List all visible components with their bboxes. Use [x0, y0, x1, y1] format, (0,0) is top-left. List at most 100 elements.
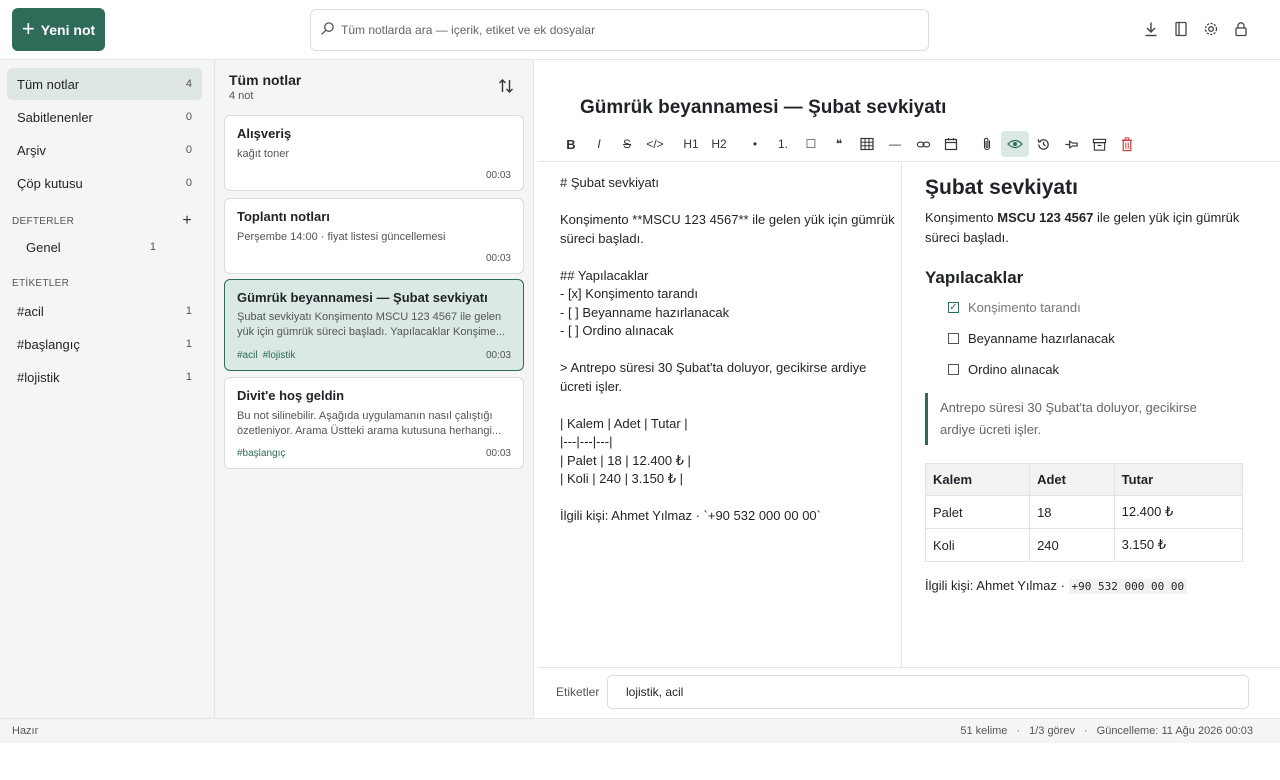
toolbar-divider — [538, 161, 1280, 162]
table-row: Koli 240 3.150 ₺ — [924, 528, 1244, 562]
calendar-icon[interactable] — [937, 131, 965, 157]
note-list-title: Tüm notlar — [229, 72, 302, 88]
bullet-list-button[interactable]: • — [741, 131, 769, 157]
sidebar-item-label: #başlangıç — [17, 336, 80, 352]
search-input[interactable] — [341, 23, 901, 37]
new-note-button[interactable]: + Yeni not — [12, 8, 105, 51]
gear-icon[interactable] — [1202, 20, 1220, 38]
preview-task-item: ✓ Konşimento tarandı — [948, 292, 1243, 323]
history-icon[interactable] — [1029, 131, 1057, 157]
top-actions — [1142, 20, 1250, 38]
table-cell: 240 — [1029, 528, 1115, 562]
sidebar-item-tag-acil[interactable]: #acil 1 — [7, 295, 202, 327]
status-separator: · — [1083, 725, 1088, 737]
italic-button[interactable]: I — [585, 131, 613, 157]
note-card-snippet: kağıt toner — [237, 148, 289, 160]
sidebar-item-count: 1 — [185, 305, 192, 317]
markdown-source-editor[interactable]: # Şubat sevkiyatı Konşimento **MSCU 123 … — [560, 174, 900, 526]
table-row: Palet 18 12.400 ₺ — [924, 495, 1244, 529]
task-count: 1/3 görev — [1029, 725, 1075, 737]
note-card-footer: #acil #lojistik 00:03 — [237, 350, 511, 361]
note-card-footer: 00:03 — [237, 170, 511, 181]
download-icon[interactable] — [1142, 20, 1160, 38]
quote-button[interactable]: ❝ — [825, 131, 853, 157]
checked-checkbox-icon[interactable]: ✓ — [948, 302, 959, 313]
note-list-header: Tüm notlar 4 not — [229, 72, 301, 102]
status-right: 51 kelime · 1/3 görev · Güncelleme: 11 A… — [960, 725, 1253, 737]
sidebar-item-count: 1 — [185, 371, 192, 383]
sidebar-item-count: 1 — [185, 338, 192, 350]
format-toolbar: B I S </> H1 H2 • 1. ☐ ❝ — — [557, 131, 1141, 157]
preview-table: Kalem Adet Tutar Palet 18 12.400 ₺ Koli … — [924, 463, 1244, 562]
unchecked-checkbox-icon[interactable] — [948, 364, 959, 375]
numbered-list-button[interactable]: 1. — [769, 131, 797, 157]
table-cell: Palet — [924, 495, 1031, 529]
notebooks-section-header: DEFTERLER + — [0, 212, 214, 230]
table-cell: 18 — [1029, 495, 1115, 529]
sidebar-item-pinned[interactable]: Sabitlenenler 0 — [7, 101, 202, 133]
note-card-title: Gümrük beyannamesi — Şubat sevkiyatı — [237, 290, 488, 305]
sidebar-item-tag-baslangic[interactable]: #başlangıç 1 — [7, 328, 202, 360]
preview-toggle-eye-icon[interactable] — [1001, 131, 1029, 157]
sidebar-item-notebook-genel[interactable]: Genel 1 — [7, 233, 202, 261]
table-cell: 3.150 ₺ — [1113, 528, 1244, 562]
plus-icon: + — [21, 15, 35, 41]
preview-task-list: ✓ Konşimento tarandı Beyanname hazırlana… — [925, 292, 1243, 385]
tags-input[interactable]: lojistik, acil — [607, 675, 1249, 709]
note-card-selected[interactable]: Gümrük beyannamesi — Şubat sevkiyatı Şub… — [224, 279, 524, 371]
sidebar-item-label: Tüm notlar — [17, 76, 80, 92]
sidebar-item-trash[interactable]: Çöp kutusu 0 — [7, 167, 202, 199]
horizontal-rule-button[interactable]: — — [881, 131, 909, 157]
heading1-button[interactable]: H1 — [677, 131, 705, 157]
sidebar-item-tag-lojistik[interactable]: #lojistik 1 — [7, 361, 202, 393]
task-label: Beyanname hazırlanacak — [968, 331, 1115, 346]
sidebar-item-count: 0 — [185, 111, 192, 123]
task-label: Ordino alınacak — [968, 362, 1060, 377]
tags-label: Etiketler — [556, 685, 600, 699]
preview-heading-2: Yapılacaklar — [925, 268, 1024, 287]
note-card-title: Toplantı notları — [237, 209, 330, 224]
sidebar-item-label: #acil — [17, 303, 44, 319]
preview-task-item: Ordino alınacak — [948, 354, 1243, 385]
archive-icon[interactable] — [1085, 131, 1113, 157]
sidebar-item-archive[interactable]: Arşiv 0 — [7, 134, 202, 166]
sidebar-item-count: 4 — [185, 78, 192, 90]
notebooks-title: DEFTERLER — [12, 215, 75, 227]
sidebar-item-label: Çöp kutusu — [17, 175, 83, 191]
checkbox-button[interactable]: ☐ — [797, 131, 825, 157]
delete-trash-icon[interactable] — [1113, 131, 1141, 157]
bold-button[interactable]: B — [557, 131, 585, 157]
lock-icon[interactable] — [1232, 20, 1250, 38]
note-card-tag[interactable]: #lojistik — [263, 350, 296, 361]
unchecked-checkbox-icon[interactable] — [948, 333, 959, 344]
note-card[interactable]: Toplantı notları Perşembe 14:00 · fiyat … — [224, 198, 524, 274]
note-card[interactable]: Divit'e hoş geldin Bu not silinebilir. A… — [224, 377, 524, 469]
add-notebook-icon[interactable]: + — [182, 212, 192, 230]
note-card-tag[interactable]: #acil — [237, 350, 258, 361]
note-card-tags: #başlangıç — [237, 448, 285, 459]
table-icon[interactable] — [853, 131, 881, 157]
sidebar-item-label: #lojistik — [17, 369, 60, 385]
split-divider[interactable] — [901, 161, 902, 667]
sidebar-item-all-notes[interactable]: Tüm notlar 4 — [7, 68, 202, 100]
status-bar: Hazır 51 kelime · 1/3 görev · Güncelleme… — [0, 718, 1280, 743]
heading2-button[interactable]: H2 — [705, 131, 733, 157]
editor-pane: Gümrük beyannamesi — Şubat sevkiyatı B I… — [535, 60, 1280, 718]
search-box[interactable] — [310, 9, 929, 51]
markdown-preview: Şubat sevkiyatı Konşimento MSCU 123 4567… — [924, 174, 1244, 594]
strikethrough-button[interactable]: S — [613, 131, 641, 157]
note-card-snippet: Şubat sevkiyatı Konşimento MSCU 123 4567… — [237, 311, 505, 338]
sidebar: Tüm notlar 4 Sabitlenenler 0 Arşiv 0 Çöp… — [0, 60, 215, 718]
code-button[interactable]: </> — [641, 131, 669, 157]
pin-icon[interactable] — [1057, 131, 1085, 157]
link-icon[interactable] — [909, 131, 937, 157]
note-title[interactable]: Gümrük beyannamesi — Şubat sevkiyatı — [580, 97, 946, 119]
note-card[interactable]: Alışveriş kağıt toner 00:03 — [224, 115, 524, 191]
note-card-tag[interactable]: #başlangıç — [237, 448, 285, 459]
note-card-footer: 00:03 — [237, 253, 511, 264]
sort-icon[interactable] — [497, 77, 515, 95]
book-icon[interactable] — [1172, 20, 1190, 38]
attachment-icon[interactable] — [973, 131, 1001, 157]
note-card-tags: #acil #lojistik — [237, 350, 295, 361]
sidebar-item-count: 0 — [185, 177, 192, 189]
